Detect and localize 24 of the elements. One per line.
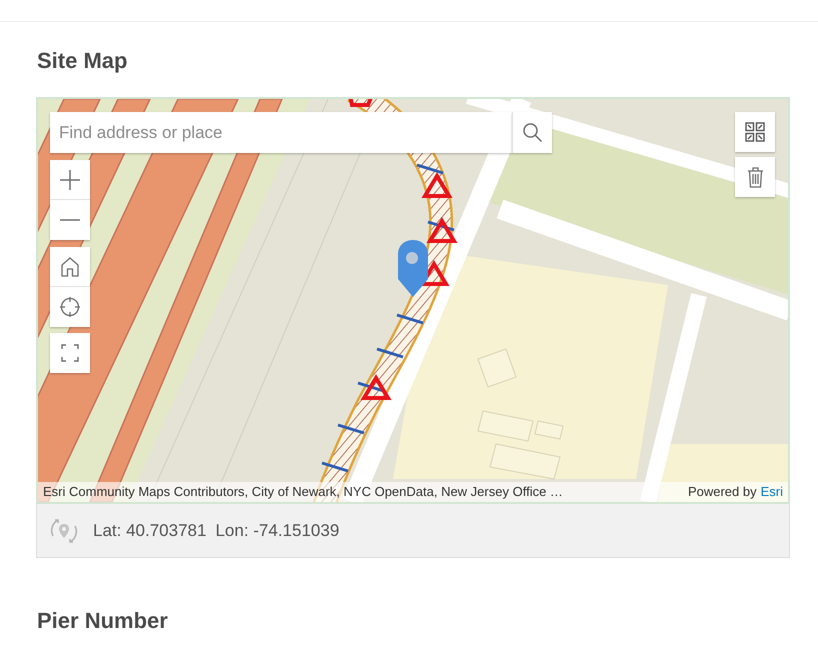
trash-icon [746,166,764,188]
search-button[interactable] [512,112,552,153]
select-button[interactable] [735,112,775,152]
attribution-text: Esri Community Maps Contributors, City of Newark, NYC OpenData, New Jersey Office … [43,483,563,502]
powered-by-label: Powered by [688,483,757,502]
fullscreen-icon [61,344,79,362]
delete-button[interactable] [735,157,775,197]
zoom-in-button[interactable] [50,160,90,200]
latitude-text: Lat: 40.703781 [93,520,206,542]
map-pin-icon [397,240,429,297]
search-icon [523,123,542,142]
fullscreen-button[interactable] [50,333,90,373]
home-icon [61,256,79,276]
locate-button[interactable] [50,287,90,327]
minus-icon [60,219,80,221]
home-button[interactable] [50,247,90,287]
longitude-text: Lon: -74.151039 [215,520,340,542]
search-field[interactable]: Find address or place [50,112,512,153]
section-heading: Pier Number [37,607,168,634]
grid-select-icon [745,122,765,142]
crosshair-icon [60,297,80,317]
section-heading: Site Map [37,47,128,74]
esri-link[interactable]: Esri [760,482,783,502]
plus-icon [60,170,80,190]
